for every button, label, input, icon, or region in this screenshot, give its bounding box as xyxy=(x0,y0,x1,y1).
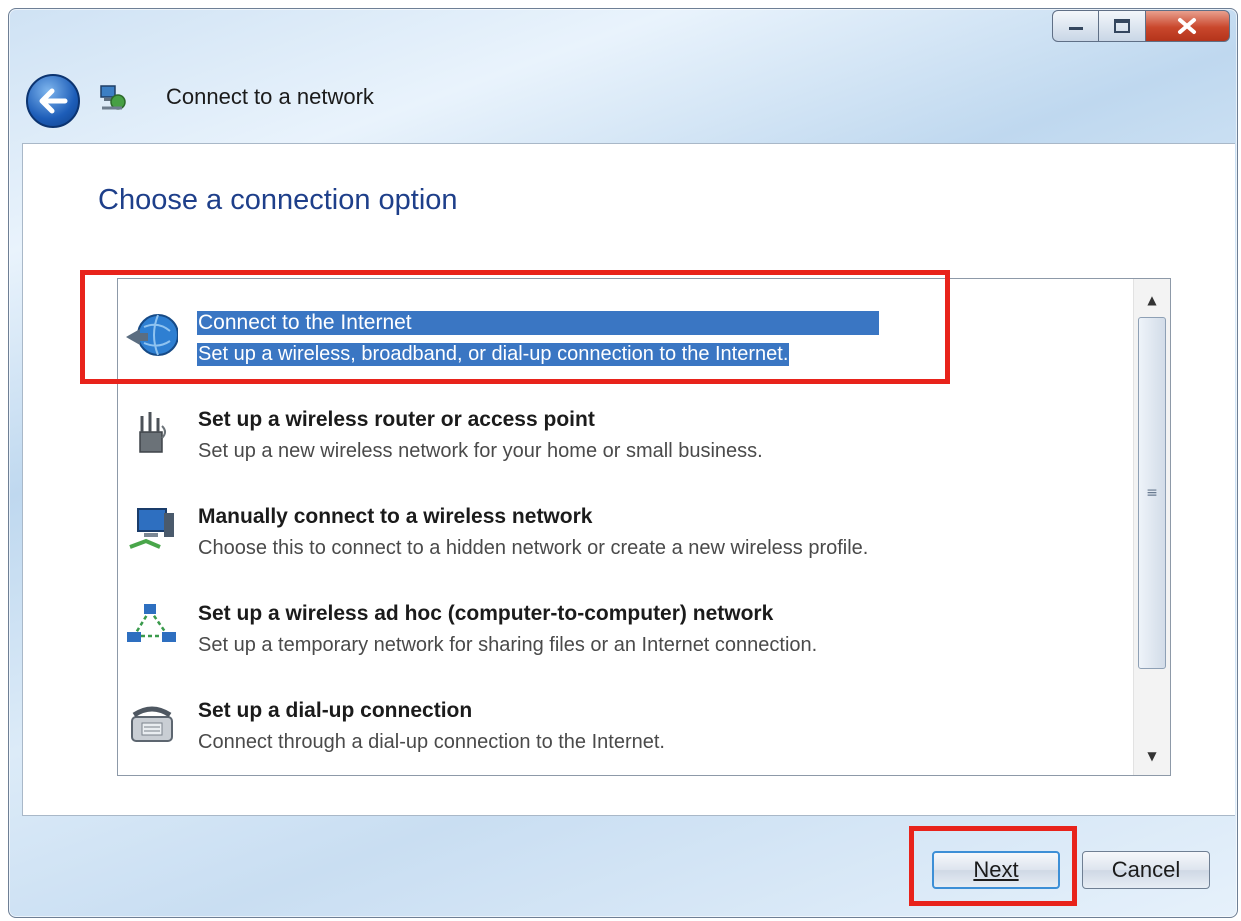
option-description: Connect through a dial-up connection to … xyxy=(198,731,665,753)
close-icon xyxy=(1178,18,1197,34)
highlight-connect-option xyxy=(80,270,950,384)
option-description: Set up a new wireless network for your h… xyxy=(198,440,763,462)
phone-modem-icon xyxy=(131,706,173,742)
option-manual-wireless[interactable]: Manually connect to a wireless network C… xyxy=(118,483,1134,569)
option-title: Set up a wireless ad hoc (computer-to-co… xyxy=(198,602,774,625)
router-icon xyxy=(139,412,166,453)
option-dial-up[interactable]: Set up a dial-up connection Connect thro… xyxy=(118,677,1134,763)
option-description: Set up a temporary network for sharing f… xyxy=(198,634,818,656)
window-title: Connect to a network xyxy=(166,84,374,109)
option-title: Set up a wireless router or access point xyxy=(198,408,595,431)
maximize-icon xyxy=(1114,19,1131,33)
cancel-button[interactable]: Cancel xyxy=(1082,851,1210,889)
option-title: Manually connect to a wireless network xyxy=(198,505,593,528)
page-heading: Choose a connection option xyxy=(98,184,458,216)
option-description: Choose this to connect to a hidden netwo… xyxy=(198,537,869,559)
network-connection-icon xyxy=(100,85,126,110)
minimize-button[interactable] xyxy=(1052,10,1100,42)
back-button[interactable] xyxy=(26,74,80,128)
option-title: Set up a dial-up connection xyxy=(198,699,473,722)
caption-buttons xyxy=(1052,10,1231,42)
highlight-next-button xyxy=(909,826,1077,906)
scrollbar-thumb[interactable]: ≡ xyxy=(1138,317,1166,669)
computer-wireless-icon xyxy=(129,508,174,549)
close-button[interactable] xyxy=(1145,10,1231,42)
scroll-up-arrow-icon[interactable]: ▲ xyxy=(1134,285,1170,315)
grip-icon: ≡ xyxy=(1146,485,1158,501)
back-arrow-icon xyxy=(39,88,68,114)
option-wireless-router[interactable]: Set up a wireless router or access point… xyxy=(118,386,1134,472)
vertical-scrollbar[interactable]: ▲ ≡ ▼ xyxy=(1133,279,1170,775)
minimize-icon xyxy=(1068,27,1083,30)
option-adhoc-network[interactable]: Set up a wireless ad hoc (computer-to-co… xyxy=(118,580,1134,666)
adhoc-network-icon xyxy=(127,604,176,642)
scroll-down-arrow-icon[interactable]: ▼ xyxy=(1134,741,1170,771)
maximize-button[interactable] xyxy=(1099,10,1146,42)
